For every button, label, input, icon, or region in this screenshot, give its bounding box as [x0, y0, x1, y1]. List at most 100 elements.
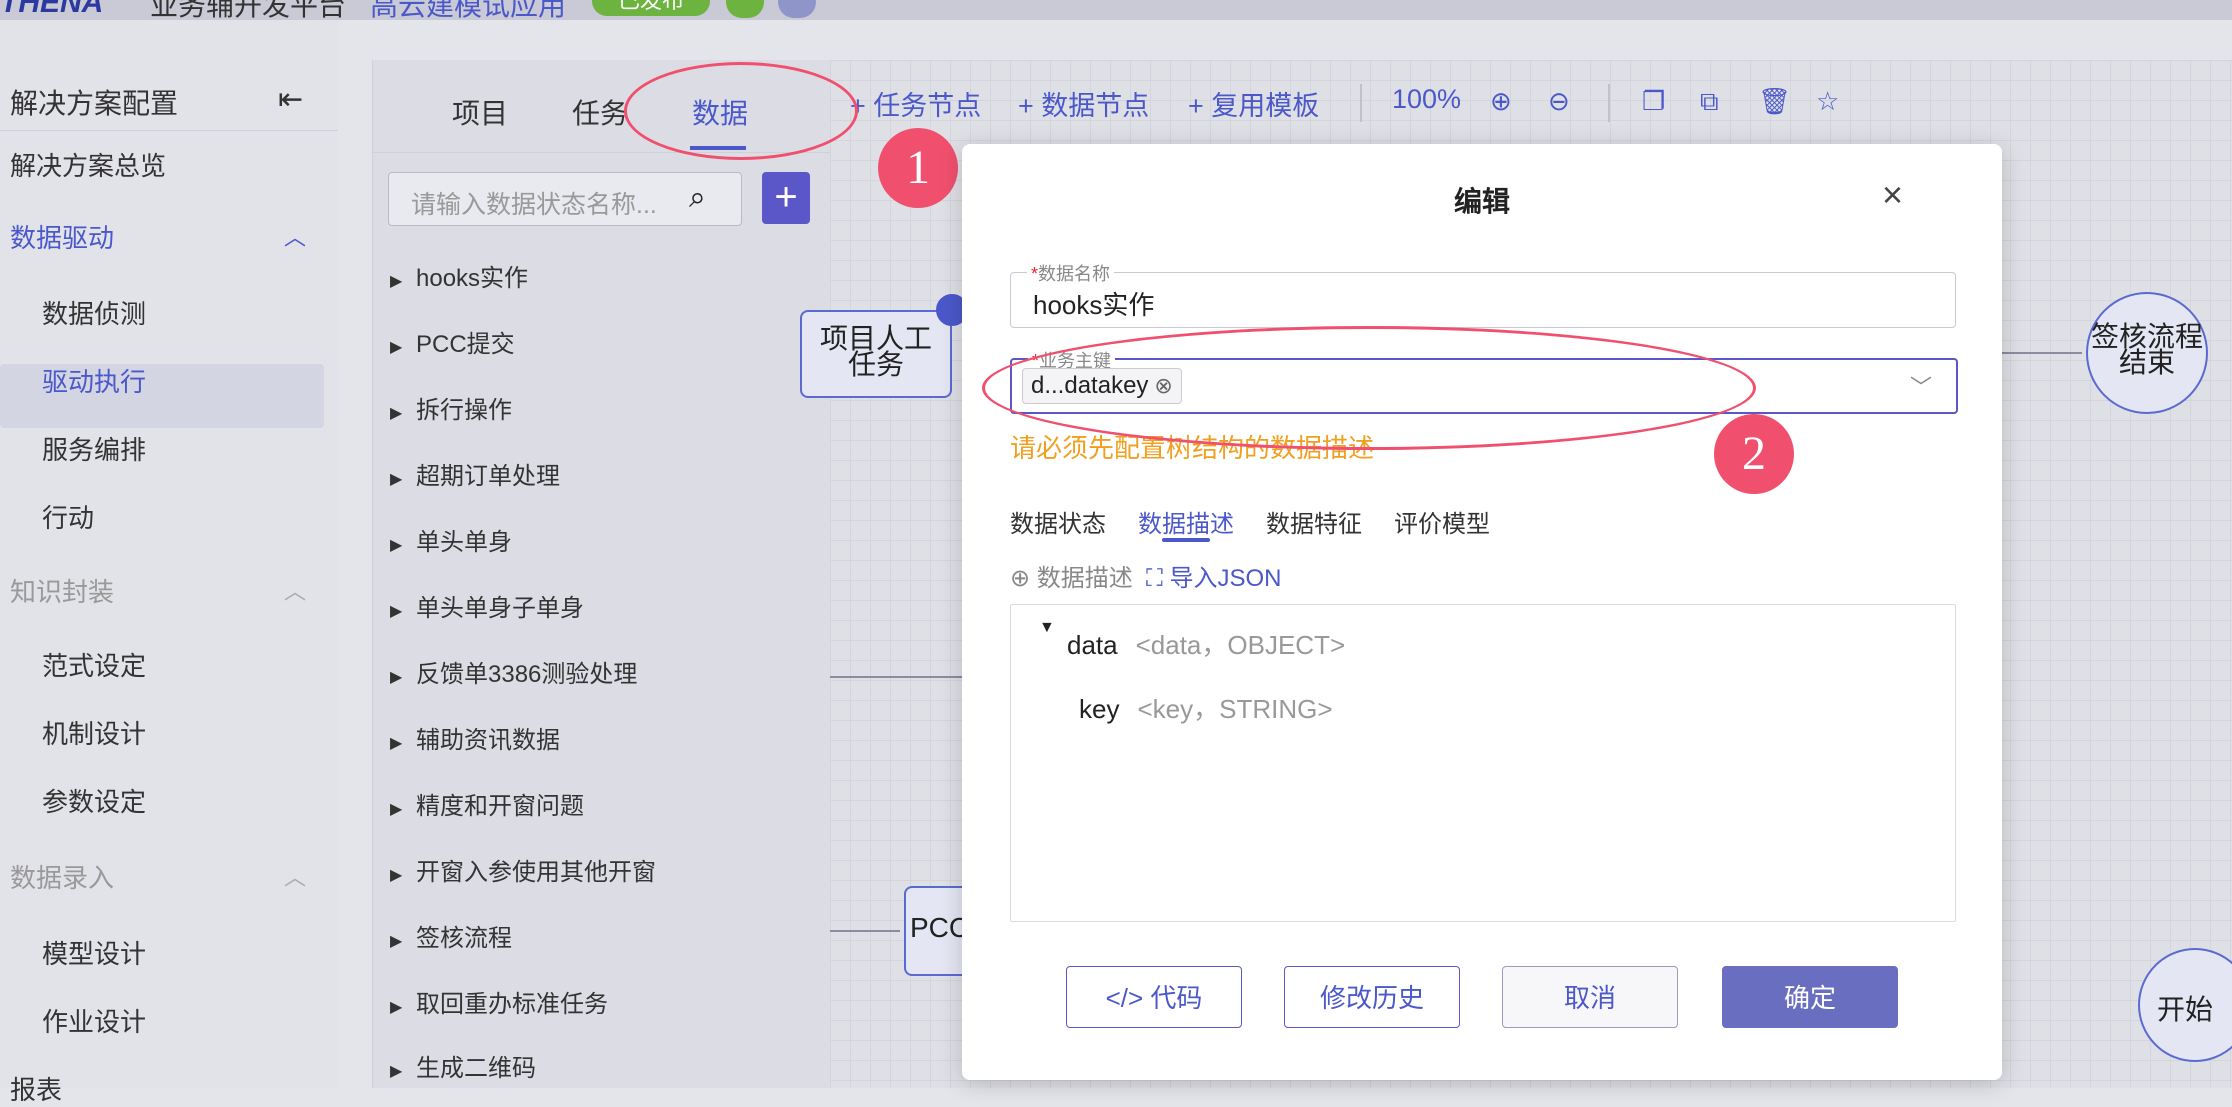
- tab-active-underline: [1162, 538, 1210, 542]
- sidebar-item-detect[interactable]: 数据侦测: [42, 294, 146, 331]
- sidebar-item-drive-exec[interactable]: 驱动执行: [42, 362, 146, 399]
- zoom-in-icon[interactable]: ⊕: [1490, 86, 1512, 117]
- close-icon[interactable]: ×: [1882, 174, 1903, 216]
- caret-down-icon[interactable]: ▼: [1039, 619, 1055, 637]
- sidebar-item-params[interactable]: 参数设定: [42, 782, 146, 819]
- edit-dialog: 编辑 × *数据名称 hooks实作 *业务主键 d...datakey ⊗ ﹀ …: [962, 144, 2002, 1080]
- tree-item[interactable]: ▶ 拆行操作: [390, 390, 512, 425]
- zoom-level: 100%: [1392, 84, 1462, 114]
- caret-right-icon[interactable]: ▶: [390, 799, 416, 819]
- search-input[interactable]: 请输入数据状态名称... ⌕: [388, 172, 742, 226]
- add-data-node-button[interactable]: + 数据节点: [1018, 84, 1149, 123]
- reuse-template-button[interactable]: + 复用模板: [1188, 84, 1319, 123]
- sidebar-group-knowledge[interactable]: 知识封装: [10, 572, 114, 609]
- sidebar-item-orchestrate[interactable]: 服务编排: [42, 430, 146, 467]
- dialog-title: 编辑: [1453, 186, 1510, 217]
- node-project-task[interactable]: 项目人工 任务: [800, 310, 952, 398]
- delete-icon[interactable]: 🗑: [1758, 86, 1791, 117]
- duplicate-icon[interactable]: ⧉: [1700, 86, 1719, 118]
- sidebar: 解决方案配置 ⇤ 解决方案总览 数据驱动 ︿ 数据侦测 驱动执行 服务编排 行动…: [0, 20, 338, 1105]
- sidebar-divider: [0, 130, 338, 131]
- cancel-button[interactable]: 取消: [1502, 966, 1678, 1028]
- add-task-node-button[interactable]: + 任务节点: [850, 84, 981, 123]
- tab-project[interactable]: 项目: [452, 92, 508, 132]
- avatar-secondary[interactable]: [778, 0, 816, 18]
- sidebar-item-job-design[interactable]: 作业设计: [42, 1002, 146, 1039]
- caret-right-icon[interactable]: ▶: [390, 1061, 416, 1081]
- scan-icon: ⛶: [1146, 565, 1170, 592]
- tab-data-feature[interactable]: 数据特征: [1266, 504, 1362, 539]
- data-name-label: *数据名称: [1027, 260, 1115, 286]
- confirm-button[interactable]: 确定: [1722, 966, 1898, 1028]
- caret-right-icon[interactable]: ▶: [390, 535, 416, 555]
- data-name-value: hooks实作: [1033, 290, 1155, 320]
- chevron-up-icon[interactable]: ︿: [284, 574, 306, 606]
- tree-item[interactable]: ▶ 签核流程: [390, 918, 512, 953]
- caret-right-icon[interactable]: ▶: [390, 337, 416, 357]
- caret-right-icon[interactable]: ▶: [390, 733, 416, 753]
- import-json-button[interactable]: ⛶ 导入JSON: [1146, 558, 1281, 593]
- caret-right-icon[interactable]: ▶: [390, 667, 416, 687]
- sidebar-item-paradigm[interactable]: 范式设定: [42, 646, 146, 683]
- sidebar-item-report[interactable]: 报表: [10, 1070, 62, 1107]
- caret-right-icon[interactable]: ▶: [390, 931, 416, 951]
- top-bar: THENA 业务辅开发平台 高云建模试应用 已发布: [0, 0, 2232, 21]
- caret-right-icon[interactable]: ▶: [390, 403, 416, 423]
- sidebar-item-model-design[interactable]: 模型设计: [42, 934, 146, 971]
- tab-data-state[interactable]: 数据状态: [1010, 504, 1106, 539]
- code-button[interactable]: </> 代码: [1066, 966, 1242, 1028]
- star-icon[interactable]: ☆: [1816, 86, 1839, 117]
- edge-line: [830, 676, 962, 678]
- tree-item[interactable]: ▶ 取回重办标准任务: [390, 984, 608, 1019]
- sidebar-item-mechanism[interactable]: 机制设计: [42, 714, 146, 751]
- code-icon: </>: [1105, 983, 1151, 1013]
- caret-right-icon[interactable]: ▶: [390, 601, 416, 621]
- chevron-down-icon[interactable]: ﹀: [1910, 370, 1932, 402]
- sidebar-group-data-entry[interactable]: 数据录入: [10, 858, 114, 895]
- sidebar-group-data-driven[interactable]: 数据驱动: [10, 218, 114, 255]
- tree-item[interactable]: ▶ 单头单身子单身: [390, 588, 584, 623]
- caret-right-icon[interactable]: ▶: [390, 997, 416, 1017]
- tab-data-description[interactable]: 数据描述: [1138, 504, 1234, 539]
- data-name-field[interactable]: *数据名称 hooks实作: [1010, 260, 1956, 328]
- sidebar-item-action[interactable]: 行动: [42, 498, 94, 535]
- node-sign-end[interactable]: 签核流程 结束: [2086, 292, 2208, 414]
- avatar[interactable]: [726, 0, 764, 18]
- collapse-menu-icon[interactable]: ⇤: [278, 82, 303, 117]
- sidebar-item-overview[interactable]: 解决方案总览: [10, 146, 166, 183]
- chevron-up-icon[interactable]: ︿: [284, 860, 306, 892]
- toolbar-divider: [1608, 84, 1610, 122]
- zoom-out-icon[interactable]: ⊖: [1548, 86, 1570, 117]
- app-subtitle[interactable]: 高云建模试应用: [370, 0, 566, 24]
- tree-item[interactable]: ▶ 反馈单3386测验处理: [390, 654, 637, 689]
- toolbar-divider: [1360, 84, 1362, 122]
- annotation-badge-1: 1: [878, 128, 958, 208]
- chevron-up-icon[interactable]: ︿: [284, 220, 306, 252]
- search-placeholder: 请输入数据状态名称...: [411, 191, 657, 219]
- caret-right-icon[interactable]: ▶: [390, 271, 416, 291]
- brand-logo: THENA: [0, 0, 104, 19]
- add-data-button[interactable]: +: [762, 172, 810, 224]
- caret-right-icon[interactable]: ▶: [390, 865, 416, 885]
- annotation-ellipse-1: [624, 62, 858, 160]
- copy-icon[interactable]: ❐: [1642, 86, 1665, 117]
- tree-node-key[interactable]: key <key，STRING>: [1079, 689, 1333, 726]
- edge-line: [830, 930, 900, 932]
- tree-item[interactable]: ▶ 精度和开窗问题: [390, 786, 584, 821]
- annotation-ellipse-2: [982, 326, 1756, 450]
- add-description-button[interactable]: ⊕ 数据描述: [1010, 558, 1133, 593]
- tree-item[interactable]: ▶ 单头单身: [390, 522, 512, 557]
- caret-right-icon[interactable]: ▶: [390, 469, 416, 489]
- tree-item[interactable]: ▶ 超期订单处理: [390, 456, 560, 491]
- tree-item[interactable]: ▶ 辅助资讯数据: [390, 720, 560, 755]
- tab-eval-model[interactable]: 评价模型: [1394, 504, 1490, 539]
- tree-item[interactable]: ▶ 开窗入参使用其他开窗: [390, 852, 656, 887]
- tree-item[interactable]: ▶ hooks实作: [390, 258, 528, 293]
- tree-node-data[interactable]: data <data，OBJECT>: [1067, 625, 1345, 662]
- tab-task[interactable]: 任务: [572, 92, 628, 132]
- annotation-badge-2: 2: [1714, 414, 1794, 494]
- tree-item[interactable]: ▶ 生成二维码: [390, 1048, 536, 1083]
- tree-item[interactable]: ▶ PCC提交: [390, 324, 515, 359]
- history-button[interactable]: 修改历史: [1284, 966, 1460, 1028]
- search-icon[interactable]: ⌕: [689, 181, 706, 215]
